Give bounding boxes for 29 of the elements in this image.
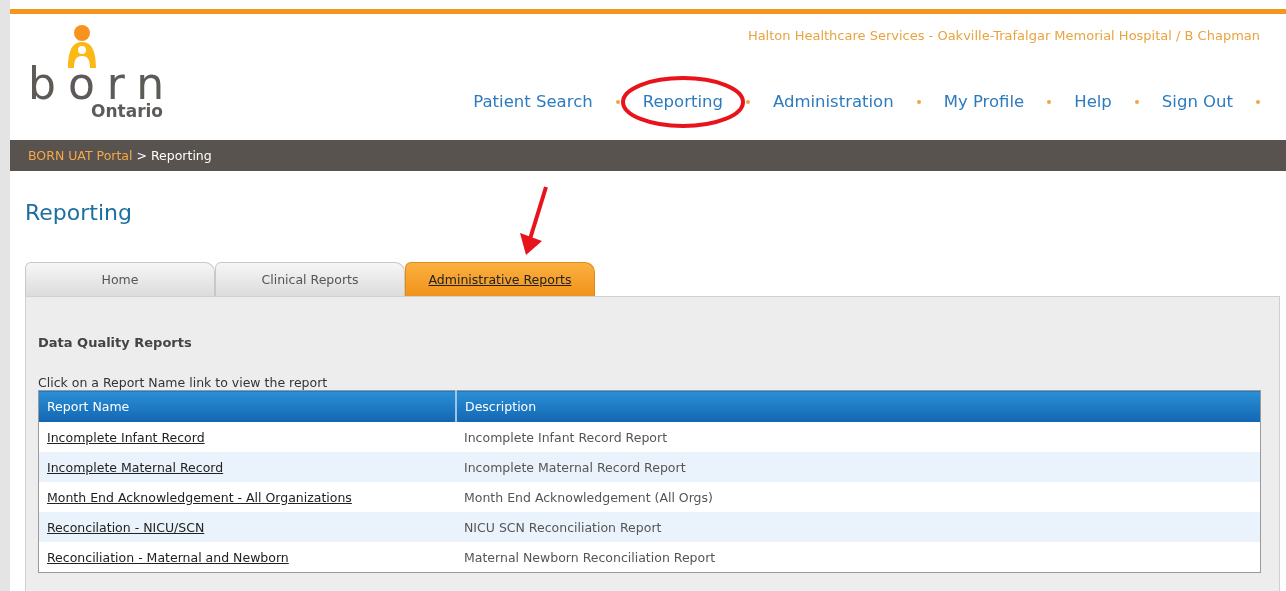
column-header: Report Name xyxy=(38,390,456,422)
tab[interactable]: Administrative Reports xyxy=(405,262,595,296)
user-context: Halton Healthcare Services - Oakville-Trafalgar Memorial Hospital / B Chapman xyxy=(747,28,1260,43)
separator-dot-icon xyxy=(1047,99,1052,104)
table-cell: Month End Acknowledgement (All Orgs) xyxy=(456,482,1261,512)
separator-dot-icon xyxy=(916,99,921,104)
column-header: Description xyxy=(456,390,1261,422)
page-title: Reporting xyxy=(25,200,133,226)
separator-dot-icon xyxy=(1134,99,1139,104)
tab[interactable]: Home xyxy=(25,262,215,296)
separator-dot-icon xyxy=(615,99,620,104)
table-cell: Incomplete Infant Record Report xyxy=(456,422,1261,452)
breadcrumb-separator: > xyxy=(136,148,147,163)
separator-dot-icon xyxy=(1256,99,1260,104)
table-cell: Maternal Newborn Reconciliation Report xyxy=(456,542,1261,573)
breadcrumb-link[interactable]: BORN UAT Portal xyxy=(28,148,133,163)
nav-link[interactable]: Sign Out xyxy=(1161,92,1233,111)
nav-link[interactable]: Patient Search xyxy=(473,92,593,111)
logo-region: Ontario xyxy=(91,100,164,122)
breadcrumb-current: Reporting xyxy=(150,148,212,163)
nav-link[interactable]: My Profile xyxy=(943,92,1025,111)
nav-link[interactable]: Administration xyxy=(772,92,894,111)
separator-dot-icon xyxy=(745,99,750,104)
table-cell: NICU SCN Reconciliation Report xyxy=(456,512,1261,542)
nav-link[interactable]: Help xyxy=(1074,92,1112,111)
instructions-text: Click on a Report Name link to view the report xyxy=(38,375,329,390)
section-title: Data Quality Reports xyxy=(38,335,193,350)
table-cell: Incomplete Maternal Record Report xyxy=(456,452,1261,482)
tab[interactable]: Clinical Reports xyxy=(215,262,405,296)
